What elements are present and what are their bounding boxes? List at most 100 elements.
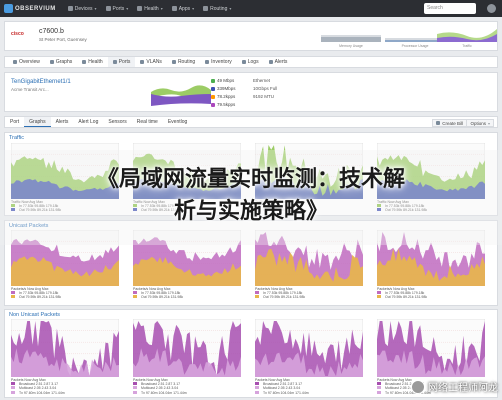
device-tabs: Overview Graphs Health Ports VLANs Routi… (4, 56, 498, 68)
processor-spark-graph[interactable]: Processor Usage (385, 26, 445, 48)
legend-swatch (133, 386, 137, 390)
tab-sensors[interactable]: Sensors (103, 117, 131, 127)
legend-swatch (377, 386, 381, 390)
legend-swatch (11, 390, 15, 394)
legend-swatch (255, 295, 259, 299)
in-pps-stat: 78.2kpps (211, 94, 235, 99)
traffic-spark-svg (437, 29, 497, 42)
port-summary-card: TenGigabitEthernet1/1 Acme Transit Arc..… (4, 72, 498, 112)
apps-icon (171, 6, 177, 11)
tab-port-graphs[interactable]: Graphs (24, 117, 51, 127)
port-name[interactable]: TenGigabitEthernet1/1 (11, 79, 71, 85)
options-button[interactable]: Options ▾ (466, 119, 494, 127)
search-input[interactable]: Search (424, 3, 476, 14)
tab-logs[interactable]: Logs (237, 57, 264, 67)
nav-routing[interactable]: Routing ▾ (203, 6, 231, 12)
headline-line-1: 《局域网流量实时监测：技术解 (96, 167, 405, 192)
legend-swatch (11, 291, 15, 295)
chevron-down-icon: ▾ (229, 6, 232, 11)
graph-legend: Packets Now Avg Max Broadcast 2.51 2.87 3… (133, 378, 241, 395)
graphs-icon (49, 60, 54, 64)
packets-in-icon (211, 94, 215, 99)
graph-legend: Packets/s Now Avg Max In 77.53k 95.88k 17… (255, 287, 363, 300)
port-mtu: 9192 MTU (253, 94, 275, 99)
logo-icon (4, 4, 13, 13)
arrow-out-icon (211, 86, 215, 91)
legend-values: Out 79.59k 89.21k 131.98k (141, 295, 184, 300)
legend-row: Out 79.59k 89.21k 131.98k (133, 295, 241, 299)
legend-swatch (133, 295, 137, 299)
nav-ports[interactable]: Ports ▾ (105, 6, 129, 12)
bill-icon (436, 121, 441, 125)
create-bill-button[interactable]: Create Bill (432, 119, 467, 127)
graph-legend: Packets/s Now Avg Max In 77.53k 95.88k 17… (377, 287, 485, 300)
tab-alert-log[interactable]: Alert Log (73, 117, 103, 127)
memory-spark-graph[interactable]: Memory Usage (321, 26, 381, 48)
legend-swatch (255, 382, 259, 386)
legend-values: Out 79.59k 89.21k 131.98k (263, 295, 306, 300)
legend-swatch (11, 382, 15, 386)
tab-inventory[interactable]: Inventory (200, 57, 237, 67)
graph-legend: Packets/s Now Avg Max In 77.53k 95.88k 17… (133, 287, 241, 300)
legend-values: Out 79.59k 89.21k 131.98k (19, 295, 62, 300)
inventory-icon (205, 60, 210, 64)
nonunicast-graph-svg (11, 319, 119, 377)
arrow-in-icon (211, 78, 215, 83)
device-name[interactable]: c7600.b (39, 28, 64, 35)
nonunicast-graph-panel[interactable]: Packets Now Avg Max Broadcast 2.51 2.87 3… (255, 319, 363, 395)
tab-eventlog[interactable]: Eventlog (163, 117, 192, 127)
user-menu-icon[interactable] (487, 4, 496, 13)
legend-row: Tx 97.60m 104.04m 171.44m (255, 390, 363, 395)
port-traffic-spark[interactable] (151, 78, 211, 108)
tab-vlans[interactable]: VLANs (135, 57, 167, 67)
nav-apps[interactable]: Apps ▾ (171, 6, 195, 12)
memory-spark-svg (321, 35, 381, 42)
port-description: Acme Transit Arc... (11, 87, 49, 92)
nonunicast-graph-svg (377, 319, 485, 377)
legend-swatch (255, 291, 259, 295)
legend-swatch (11, 295, 15, 299)
legend-swatch (133, 382, 137, 386)
legend-values: Tx 97.60m 104.04m 171.44m (19, 390, 65, 395)
tab-port-alerts[interactable]: Alerts (51, 117, 74, 127)
traffic-spark-graph[interactable]: Traffic (437, 26, 497, 48)
tab-alerts[interactable]: Alerts (264, 57, 293, 67)
tab-overview[interactable]: Overview (8, 57, 45, 67)
legend-swatch (133, 390, 137, 394)
observium-logo[interactable]: OBSERVIUM (4, 4, 56, 13)
alerts-icon (268, 60, 273, 64)
chevron-down-icon: ▾ (192, 6, 195, 11)
tab-real-time[interactable]: Real time (132, 117, 163, 127)
nav-devices[interactable]: Devices ▾ (67, 6, 97, 12)
legend-values: Tx 97.60m 104.04m 171.44m (263, 390, 309, 395)
packets-out-icon (211, 102, 215, 107)
section-title-nonunicast: Non Unicast Packets (9, 312, 61, 318)
devices-icon (67, 6, 73, 11)
legend-swatch (377, 390, 381, 394)
vlans-icon (140, 60, 145, 64)
tab-port[interactable]: Port (5, 117, 24, 127)
tab-health[interactable]: Health (77, 57, 107, 67)
device-location: St Peter Port, Guernsey (39, 37, 87, 42)
chevron-down-icon: ▾ (94, 6, 97, 11)
tab-ports[interactable]: Ports (107, 57, 136, 67)
nonunicast-graph-svg (255, 319, 363, 377)
routing-icon (203, 6, 209, 11)
chevron-down-icon: ▾ (487, 120, 490, 126)
routing-icon (171, 60, 176, 64)
nonunicast-graph-panel[interactable]: Packets Now Avg Max Broadcast 2.51 2.87 3… (11, 319, 119, 395)
ports-icon (112, 60, 117, 64)
legend-row: Out 79.59k 89.21k 131.98k (377, 295, 485, 299)
logo-text: OBSERVIUM (15, 5, 56, 12)
nonunicast-graph-panel[interactable]: Packets Now Avg Max Broadcast 2.51 2.87 3… (133, 319, 241, 395)
graph-legend: Packets Now Avg Max Broadcast 2.51 2.87 3… (11, 378, 119, 395)
health-icon (137, 6, 143, 11)
vendor-logo: cisco (11, 31, 24, 37)
tab-routing[interactable]: Routing (167, 57, 200, 67)
chevron-down-icon: ▾ (126, 6, 129, 11)
legend-swatch (377, 291, 381, 295)
tab-graphs[interactable]: Graphs (45, 57, 77, 67)
wechat-avatar-icon (411, 379, 425, 394)
nav-health[interactable]: Health ▾ (137, 6, 163, 12)
overview-icon (13, 60, 17, 64)
